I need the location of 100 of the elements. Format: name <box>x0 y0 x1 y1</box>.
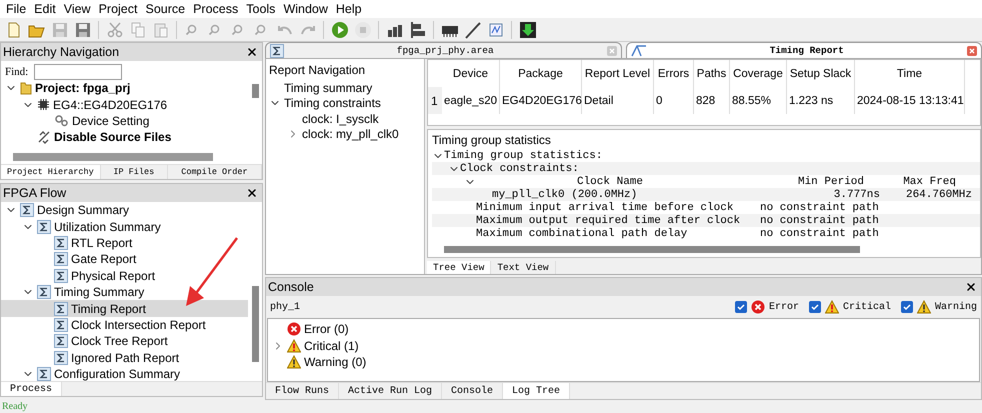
gear-icon <box>54 114 69 128</box>
filter-label: Warning <box>934 302 977 312</box>
close-button[interactable] <box>246 46 258 58</box>
column-header: Device <box>442 60 500 87</box>
nav-item[interactable]: Timing constraints <box>284 96 381 110</box>
log-item[interactable]: Critical (1) <box>304 338 359 353</box>
stop-icon <box>354 20 372 38</box>
tree-item[interactable]: RTL Report <box>1 234 248 252</box>
close-icon <box>967 46 977 56</box>
sigma-icon <box>37 285 51 300</box>
checkbox[interactable] <box>734 301 747 313</box>
menu-item[interactable]: Window <box>279 2 332 16</box>
nav-item[interactable]: clock: I_sysclk <box>302 112 379 126</box>
menu-item[interactable]: File <box>2 2 30 16</box>
tab[interactable]: Log Tree <box>503 383 570 399</box>
copy-icon <box>128 20 146 38</box>
table-cell-text: no constraint path <box>760 228 880 240</box>
sigma-icon <box>20 203 34 218</box>
annotation-arrow <box>184 236 240 308</box>
menu-item[interactable]: View <box>60 2 95 16</box>
tree-item[interactable]: EG4::EG4D20EG176 <box>53 98 168 112</box>
tree-item[interactable]: Configuration Summary <box>1 366 248 381</box>
error-icon <box>287 322 301 336</box>
table-cell: 2024-08-15 13:13:41 <box>855 87 965 114</box>
panel-title: Report Navigation <box>269 63 366 77</box>
toolbar-button[interactable] <box>463 20 482 40</box>
tree-item[interactable]: Timing Report <box>1 300 248 317</box>
sigma-icon <box>54 236 68 250</box>
table-cell: EG4D20EG176 <box>500 87 582 114</box>
tree-item[interactable]: Project: fpga_prj <box>35 81 130 96</box>
critical-warning-icon <box>824 300 839 314</box>
table-cell: eagle_s20 <box>442 87 500 114</box>
sigma-icon <box>54 252 68 266</box>
menu-item[interactable]: Project <box>94 2 142 16</box>
column-header: Clock Name <box>576 176 644 188</box>
editor-tab[interactable]: fpga_prj_phy.area <box>265 42 622 58</box>
timing-icon <box>630 44 646 56</box>
row-number: 1 <box>428 87 442 114</box>
table-cell-text: no constraint path <box>760 202 880 214</box>
panel-title: Hierarchy Navigation <box>3 45 120 59</box>
table-cell-text: 264.760MHz <box>904 188 972 200</box>
paste-icon <box>152 20 170 38</box>
tab[interactable]: Project Hierarchy <box>1 165 101 179</box>
tree-item[interactable]: Device Setting <box>72 114 150 128</box>
table-cell: 0 <box>654 87 694 114</box>
sigma-icon <box>270 44 284 58</box>
tree-item[interactable]: Clock Intersection Report <box>1 316 248 334</box>
folder-icon <box>20 81 32 96</box>
menu-item[interactable]: Process <box>189 2 242 16</box>
menu-item[interactable]: Edit <box>30 2 60 16</box>
tree-item[interactable]: Clock Tree Report <box>1 333 248 350</box>
scissors-icon <box>106 20 124 38</box>
download-icon <box>518 20 536 38</box>
log-item[interactable]: Warning (0) <box>304 355 366 370</box>
editor-tab[interactable]: Timing Report <box>626 42 982 58</box>
sigma-icon <box>54 318 68 332</box>
sigma-icon <box>37 367 51 381</box>
table-cell-text: no constraint path <box>760 214 880 226</box>
save-icon <box>50 20 68 38</box>
column-header: Max Freq <box>902 176 956 188</box>
close-button[interactable] <box>246 187 258 199</box>
nav-item[interactable]: Timing summary <box>284 80 372 95</box>
probe-icon <box>464 20 482 38</box>
checkbox[interactable] <box>808 301 821 313</box>
close-button[interactable] <box>965 281 977 293</box>
table-cell: 828 <box>694 87 730 114</box>
tree-item[interactable]: Timing Summary <box>1 284 248 300</box>
link-off-icon <box>37 130 51 144</box>
tree-item[interactable]: Design Summary <box>1 202 248 218</box>
column-header: Min Period <box>796 176 864 188</box>
table-cell: Detail <box>582 87 654 114</box>
tab[interactable]: Process <box>1 382 62 396</box>
tree-item[interactable]: Utilization Summary <box>1 218 248 235</box>
toolbar-button[interactable] <box>518 20 537 40</box>
tab[interactable]: Tree View <box>427 261 492 274</box>
checkmark-icon <box>736 303 745 311</box>
play-icon <box>330 20 348 38</box>
toolbar-button[interactable] <box>408 20 427 40</box>
table-cell: 1.223 ns <box>787 87 855 114</box>
tree-item[interactable]: Disable Source Files <box>54 130 172 144</box>
run-name: phy_1 <box>270 302 302 312</box>
menu-item[interactable]: Help <box>332 2 366 16</box>
column-header: Errors <box>654 60 694 87</box>
checkmark-icon <box>902 303 911 311</box>
warning-icon <box>916 300 931 314</box>
tree-item[interactable]: Gate Report <box>1 251 248 268</box>
log-item[interactable]: Error (0) <box>304 322 349 336</box>
menu-item[interactable]: Tools <box>242 2 280 16</box>
tree-item[interactable]: Physical Report <box>1 268 248 284</box>
table-cell-text: my_pll_clk0 (200.0MHz) <box>492 188 638 200</box>
checkbox[interactable] <box>900 301 913 313</box>
save-icon <box>74 20 92 38</box>
tree-item[interactable]: Ignored Path Report <box>1 350 248 366</box>
sigma-icon <box>37 220 51 234</box>
filter-label: Critical <box>842 302 891 312</box>
find-field[interactable] <box>34 64 122 80</box>
menu-item[interactable]: Source <box>141 2 190 16</box>
scrollbar-thumb <box>252 84 259 98</box>
nav-item[interactable]: clock: my_pll_clk0 <box>302 127 399 142</box>
table-cell-text: Maximum combinational path delay <box>476 228 688 240</box>
